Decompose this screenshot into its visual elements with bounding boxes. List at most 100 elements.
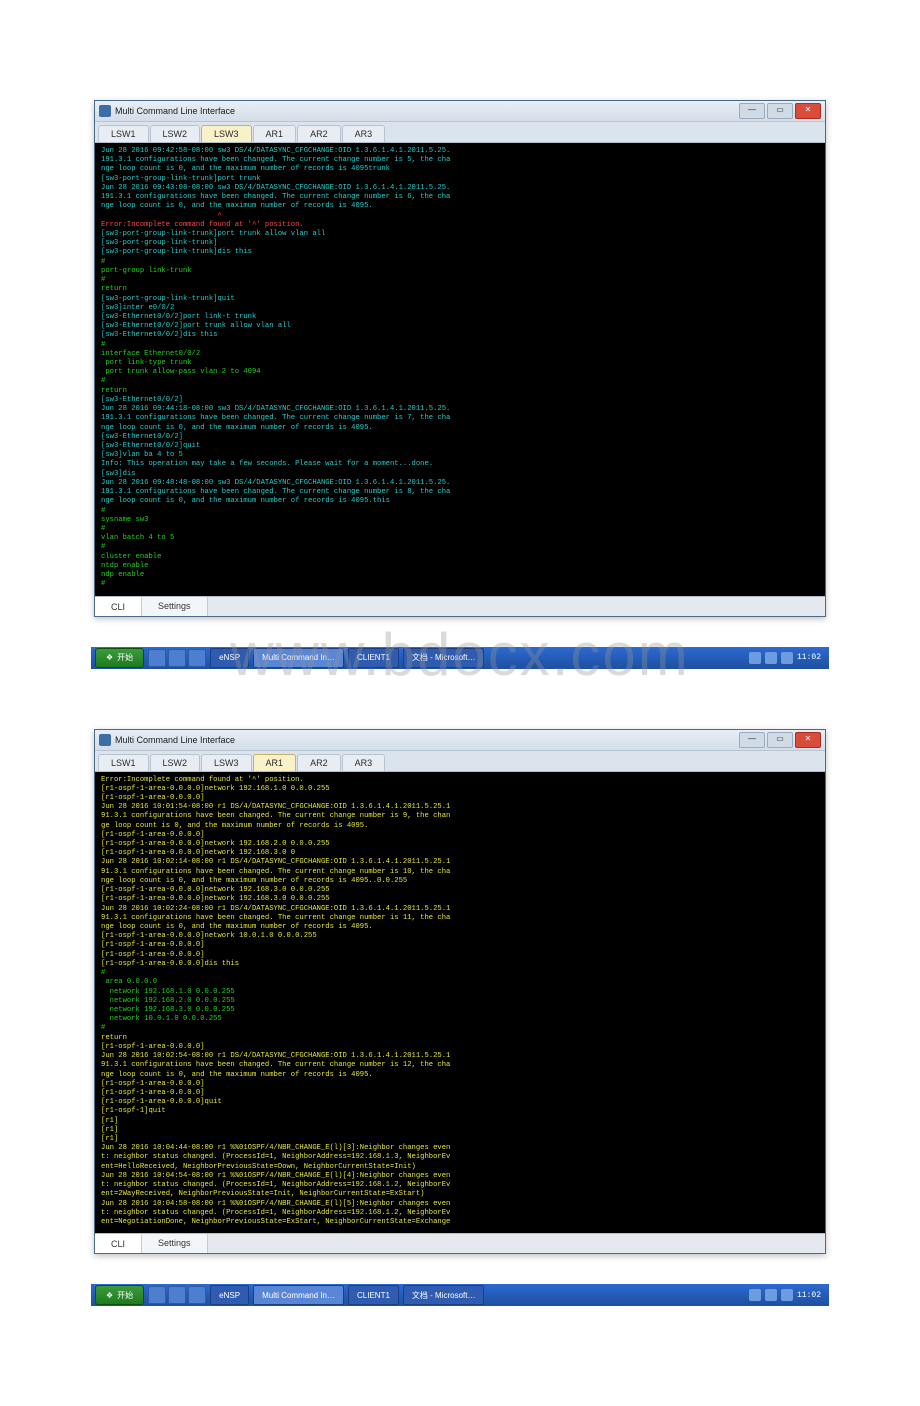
- terminal-line: [r1-ospf-1-area-0.0.0.0]: [101, 1043, 205, 1051]
- device-tab[interactable]: LSW1: [98, 754, 149, 771]
- terminal-line: Jun 28 2016 09:43:08-08:00 sw3 DS/4/DATA…: [101, 184, 450, 192]
- terminal-line: Jun 28 2016 10:02:24-08:00 r1 DS/4/DATAS…: [101, 905, 450, 913]
- device-tab[interactable]: AR1: [253, 754, 297, 771]
- bottom-tab[interactable]: Settings: [142, 597, 208, 616]
- terminal-line: [r1-ospf-1-area-0.0.0.0]: [101, 951, 205, 959]
- tray-icon[interactable]: [781, 652, 793, 664]
- quicklaunch-icon[interactable]: [188, 649, 206, 667]
- terminal-line: network 192.168.2.0 0.0.0.255: [101, 997, 235, 1005]
- device-tab[interactable]: AR2: [297, 125, 341, 142]
- app-icon: [99, 105, 111, 117]
- terminal-line: port-group link-trunk: [101, 267, 192, 275]
- device-tab[interactable]: AR1: [253, 125, 297, 142]
- terminal-line: network 192.168.3.0 0.0.0.255: [101, 1006, 235, 1014]
- device-tab[interactable]: LSW3: [201, 125, 252, 142]
- terminal-line: #: [101, 525, 105, 533]
- terminal-line: Jun 28 2016 10:02:54-08:00 r1 DS/4/DATAS…: [101, 1052, 450, 1060]
- terminal-line: 191.3.1 configurations have been changed…: [101, 156, 450, 164]
- system-tray: 11:02: [745, 652, 825, 664]
- terminal-line: #: [101, 258, 105, 266]
- terminal-line: nge loop count is 0, and the maximum num…: [101, 497, 390, 505]
- device-tab[interactable]: LSW1: [98, 125, 149, 142]
- start-button[interactable]: ❖开始: [95, 648, 144, 668]
- terminal-line: [r1-ospf-1-area-0.0.0.0]: [101, 941, 205, 949]
- terminal-line: Jun 28 2016 09:48:48-08:00 sw3 DS/4/DATA…: [101, 479, 450, 487]
- terminal-line: [sw3-Ethernet0/0/2]port link-t trunk: [101, 313, 256, 321]
- device-tab[interactable]: LSW2: [150, 754, 201, 771]
- terminal-line: 191.3.1 configurations have been changed…: [101, 193, 450, 201]
- device-tab[interactable]: LSW3: [201, 754, 252, 771]
- terminal-line: Jun 28 2016 09:44:18-08:00 sw3 DS/4/DATA…: [101, 405, 450, 413]
- terminal-line: Error:Incomplete command found at '^' po…: [101, 776, 304, 784]
- terminal-line: [r1-ospf-1-area-0.0.0.0]: [101, 794, 205, 802]
- terminal-line: nge loop count is 0, and the maximum num…: [101, 877, 407, 885]
- taskbar-app-button[interactable]: Multi Command In…: [253, 648, 344, 668]
- tray-icon[interactable]: [749, 1289, 761, 1301]
- system-tray: 11:02: [745, 1289, 825, 1301]
- terminal-line: nge loop count is 0, and the maximum num…: [101, 1071, 373, 1079]
- taskbar-app-button[interactable]: eNSP: [210, 1285, 249, 1305]
- device-tab[interactable]: LSW2: [150, 125, 201, 142]
- close-button[interactable]: [795, 103, 821, 119]
- terminal-line: #: [101, 969, 105, 977]
- terminal-line: nge loop count is 0, and the maximum num…: [101, 424, 373, 432]
- bottom-bar: CLISettings: [95, 596, 825, 616]
- close-button[interactable]: [795, 732, 821, 748]
- terminal-line: Jun 28 2016 09:42:58-08:00 sw3 DS/4/DATA…: [101, 147, 450, 155]
- taskbar-app-button[interactable]: CLIENT1: [348, 1285, 399, 1305]
- terminal-line: [r1-ospf-1-area-0.0.0.0]network 192.168.…: [101, 840, 330, 848]
- quicklaunch-icon[interactable]: [168, 649, 186, 667]
- terminal-line: [sw3-Ethernet0/0/2]: [101, 396, 183, 404]
- terminal-line: area 0.0.0.0: [101, 978, 157, 986]
- taskbar-app-button[interactable]: 文档 - Microsoft…: [403, 648, 485, 668]
- window-titlebar: Multi Command Line Interface: [95, 730, 825, 751]
- minimize-button[interactable]: [739, 103, 765, 119]
- terminal-line: [sw3]dis: [101, 470, 136, 478]
- maximize-button[interactable]: [767, 103, 793, 119]
- terminal-line: [sw3-Ethernet0/0/2]quit: [101, 442, 200, 450]
- bottom-bar: CLISettings: [95, 1233, 825, 1253]
- terminal-line: [sw3-Ethernet0/0/2]port trunk allow vlan…: [101, 322, 291, 330]
- window-title: Multi Command Line Interface: [115, 735, 739, 745]
- tray-icon[interactable]: [749, 652, 761, 664]
- bottom-tab[interactable]: CLI: [95, 1234, 142, 1253]
- terminal-line: port link-type trunk: [101, 359, 192, 367]
- terminal-line: [sw3-port-group-link-trunk]quit: [101, 295, 235, 303]
- device-tab[interactable]: AR3: [342, 125, 386, 142]
- terminal-line: return: [101, 1034, 127, 1042]
- tray-icon[interactable]: [765, 1289, 777, 1301]
- quicklaunch-icon[interactable]: [148, 649, 166, 667]
- taskbar-app-button[interactable]: 文档 - Microsoft…: [403, 1285, 485, 1305]
- bottom-tab[interactable]: CLI: [95, 597, 142, 616]
- device-tab[interactable]: AR2: [297, 754, 341, 771]
- taskbar-app-button[interactable]: eNSP: [210, 648, 249, 668]
- device-tab[interactable]: AR3: [342, 754, 386, 771]
- terminal-line: interface Ethernet0/0/2: [101, 350, 200, 358]
- start-button[interactable]: ❖开始: [95, 1285, 144, 1305]
- terminal-line: [r1-ospf-1-area-0.0.0.0]network 10.0.1.0…: [101, 932, 317, 940]
- minimize-button[interactable]: [739, 732, 765, 748]
- terminal-line: Error:Incomplete command found at '^' po…: [101, 221, 304, 229]
- terminal-line: ent=NegotiationDone, NeighborPreviousSta…: [101, 1218, 450, 1226]
- terminal-line: port trunk allow-pass vlan 2 to 4094: [101, 368, 261, 376]
- terminal-line: ge loop count is 0, and the maximum numb…: [101, 822, 368, 830]
- maximize-button[interactable]: [767, 732, 793, 748]
- terminal-output[interactable]: Jun 28 2016 09:42:58-08:00 sw3 DS/4/DATA…: [95, 143, 825, 596]
- terminal-output[interactable]: Error:Incomplete command found at '^' po…: [95, 772, 825, 1234]
- bottom-tab[interactable]: Settings: [142, 1234, 208, 1253]
- terminal-line: nge loop count is 0, and the maximum num…: [101, 165, 390, 173]
- terminal-line: Jun 28 2016 10:04:44-08:00 r1 %%01OSPF/4…: [101, 1144, 450, 1152]
- start-label: 开始: [117, 652, 133, 663]
- terminal-line: Jun 28 2016 10:04:54-08:00 r1 %%01OSPF/4…: [101, 1172, 450, 1180]
- taskbar-app-button[interactable]: CLIENT1: [348, 648, 399, 668]
- terminal-line: sysname sw3: [101, 516, 148, 524]
- terminal-line: [sw3-Ethernet0/0/2]: [101, 433, 183, 441]
- tray-icon[interactable]: [765, 652, 777, 664]
- tray-icon[interactable]: [781, 1289, 793, 1301]
- terminal-line: 191.3.1 configurations have been changed…: [101, 488, 450, 496]
- terminal-line: [r1-ospf-1-area-0.0.0.0]: [101, 1080, 205, 1088]
- terminal-line: Jun 28 2016 10:04:58-08:00 r1 %%01OSPF/4…: [101, 1200, 450, 1208]
- taskbar-app-button[interactable]: Multi Command In…: [253, 1285, 344, 1305]
- terminal-line: #: [101, 543, 105, 551]
- terminal-line: #: [101, 1024, 105, 1032]
